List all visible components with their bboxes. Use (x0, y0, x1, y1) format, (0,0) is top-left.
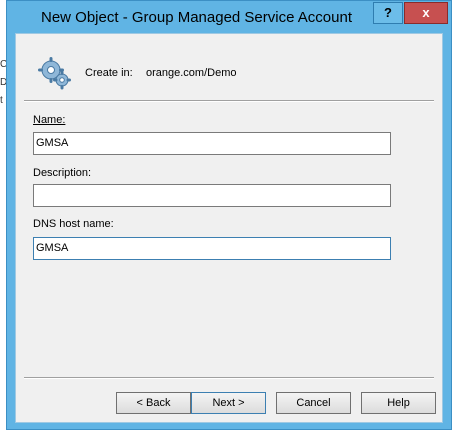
dns-host-name-label: DNS host name: (33, 218, 114, 230)
help-button[interactable]: Help (361, 392, 436, 414)
dns-host-name-input[interactable]: GMSA (33, 237, 391, 260)
create-in-path: orange.com/Demo (146, 67, 237, 79)
titlebar-help-button[interactable]: ? (373, 2, 403, 24)
dialog-body: Create in: orange.com/Demo Name: GMSA De… (15, 33, 443, 423)
service-account-gears-icon (38, 57, 71, 90)
name-label: Name: (33, 114, 66, 126)
description-label: Description: (33, 167, 92, 179)
back-button[interactable]: < Back (116, 392, 191, 414)
header-separator (24, 100, 434, 102)
new-object-dialog: New Object - Group Managed Service Accou… (6, 0, 452, 430)
description-input[interactable] (33, 184, 391, 207)
name-input[interactable]: GMSA (33, 132, 391, 155)
create-in-label: Create in: (85, 67, 133, 79)
background-text-fragment: t (0, 95, 3, 106)
titlebar-close-button[interactable]: x (404, 2, 448, 24)
footer-separator (24, 377, 434, 379)
next-button[interactable]: Next > (191, 392, 266, 414)
dialog-title: New Object - Group Managed Service Accou… (41, 9, 352, 26)
cancel-button[interactable]: Cancel (276, 392, 351, 414)
